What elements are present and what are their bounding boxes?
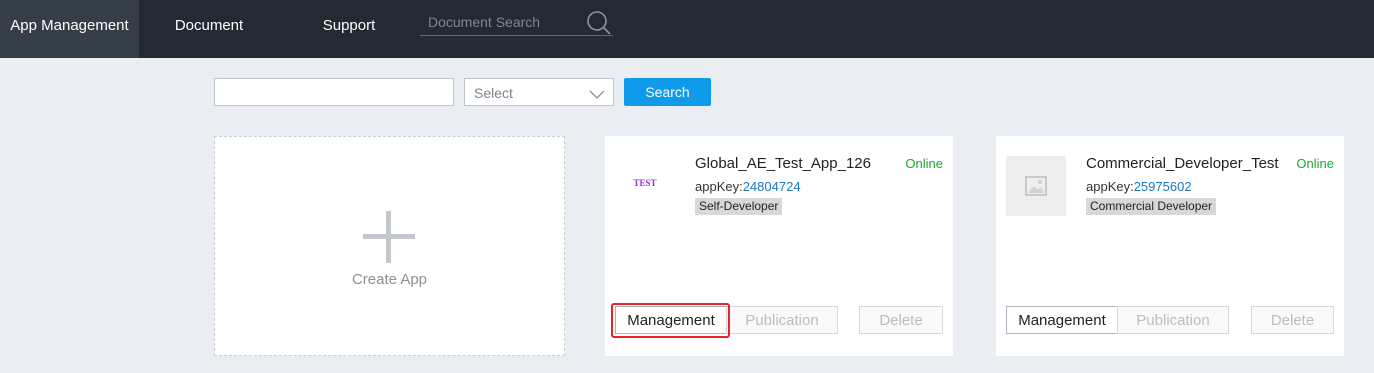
appkey-label: appKey: [1086,179,1134,194]
appkey-label: appKey: [695,179,743,194]
nav-document[interactable]: Document [139,0,279,58]
nav-support[interactable]: Support [279,0,419,58]
create-app-card[interactable]: Create App [214,136,565,356]
appkey-value: 24804724 [742,179,801,194]
nav-app-management[interactable]: App Management [0,0,139,58]
app-search-input[interactable] [214,78,454,106]
appkey-line: appKey:25975602 [1086,179,1192,194]
document-search [420,10,613,36]
create-app-label: Create App [351,271,428,288]
plus-icon [363,211,415,263]
management-button[interactable]: Management [1006,306,1118,334]
status-badge: Online [905,156,943,171]
management-button[interactable]: Management [615,306,727,334]
document-search-input[interactable] [428,10,578,34]
appkey-line: appKey:24804724 [695,179,801,194]
developer-type-badge: Self-Developer [695,198,783,215]
developer-type-badge: Commercial Developer [1086,198,1217,215]
app-logo: TEST [615,156,675,216]
image-placeholder-icon [1025,176,1047,196]
search-button[interactable]: Search [624,78,711,106]
search-icon[interactable] [586,10,612,36]
app-logo-placeholder [1006,156,1066,216]
app-logo-text: TEST [633,178,657,188]
delete-button[interactable]: Delete [1251,306,1334,334]
app-name: Global_AE_Test_App_126 [695,155,871,172]
select-label: Select [474,85,513,101]
delete-button[interactable]: Delete [859,306,943,334]
publication-button[interactable]: Publication [726,306,838,334]
appkey-value: 25975602 [1133,179,1192,194]
app-card: TEST Global_AE_Test_App_126 Online appKe… [605,136,953,356]
app-name: Commercial_Developer_Test [1086,155,1279,172]
publication-button[interactable]: Publication [1117,306,1229,334]
type-select[interactable]: Select [464,78,614,106]
top-navigation-bar: App Management Document Support [0,0,1374,58]
chevron-down-icon [589,87,605,99]
app-card: Commercial_Developer_Test Online appKey:… [996,136,1344,356]
status-badge: Online [1296,156,1334,171]
